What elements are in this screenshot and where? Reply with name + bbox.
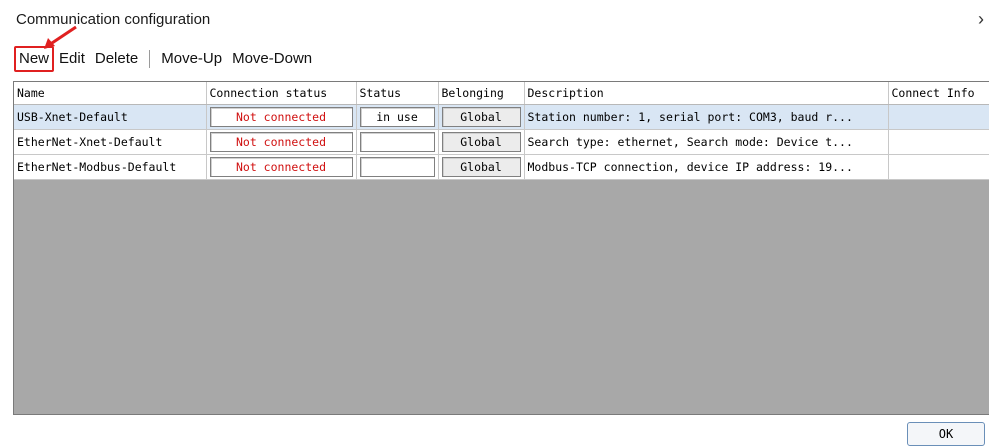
- belonging-cell[interactable]: Global: [441, 157, 521, 177]
- row-description: Station number: 1, serial port: COM3, ba…: [524, 104, 889, 130]
- belonging-cell[interactable]: Global: [441, 132, 521, 152]
- status-cell[interactable]: in use: [359, 107, 435, 127]
- column-header-name[interactable]: Name: [14, 82, 207, 105]
- delete-button[interactable]: Delete: [90, 47, 143, 71]
- toolbar-divider: [149, 50, 151, 68]
- table-row[interactable]: EtherNet-Modbus-Default Not connected Gl…: [14, 154, 989, 180]
- row-connect-info: [888, 129, 989, 155]
- row-connect-info: [888, 104, 989, 130]
- column-header-connect-info[interactable]: Connect Info: [888, 82, 989, 105]
- row-connect-info: [888, 154, 989, 180]
- column-header-status[interactable]: Status: [356, 82, 439, 105]
- edit-button[interactable]: Edit: [54, 47, 90, 71]
- connections-grid[interactable]: Name Connection status Status Belonging …: [13, 81, 989, 415]
- table-header: Name Connection status Status Belonging …: [14, 82, 989, 105]
- move-up-button[interactable]: Move-Up: [156, 47, 227, 71]
- row-name: EtherNet-Xnet-Default: [14, 129, 207, 155]
- row-name: EtherNet-Modbus-Default: [14, 154, 207, 180]
- column-header-connection-status[interactable]: Connection status: [206, 82, 357, 105]
- status-cell[interactable]: [359, 157, 435, 177]
- connection-status-cell[interactable]: Not connected: [209, 132, 353, 152]
- move-down-button[interactable]: Move-Down: [227, 47, 317, 71]
- row-description: Search type: ethernet, Search mode: Devi…: [524, 129, 889, 155]
- column-header-belonging[interactable]: Belonging: [438, 82, 525, 105]
- belonging-cell[interactable]: Global: [441, 107, 521, 127]
- connection-status-cell[interactable]: Not connected: [209, 107, 353, 127]
- connections-table: Name Connection status Status Belonging …: [14, 82, 989, 180]
- column-header-description[interactable]: Description: [524, 82, 889, 105]
- ok-button[interactable]: OK: [907, 422, 985, 446]
- close-icon[interactable]: ›: [978, 9, 984, 30]
- status-cell[interactable]: [359, 132, 435, 152]
- connection-status-cell[interactable]: Not connected: [209, 157, 353, 177]
- new-button[interactable]: New: [14, 46, 55, 72]
- row-description: Modbus-TCP connection, device IP address…: [524, 154, 889, 180]
- row-name: USB-Xnet-Default: [14, 104, 207, 130]
- table-row[interactable]: USB-Xnet-Default Not connected in use Gl…: [14, 104, 989, 130]
- table-row[interactable]: EtherNet-Xnet-Default Not connected Glob…: [14, 129, 989, 155]
- toolbar: New Edit Delete Move-Up Move-Down: [14, 46, 317, 72]
